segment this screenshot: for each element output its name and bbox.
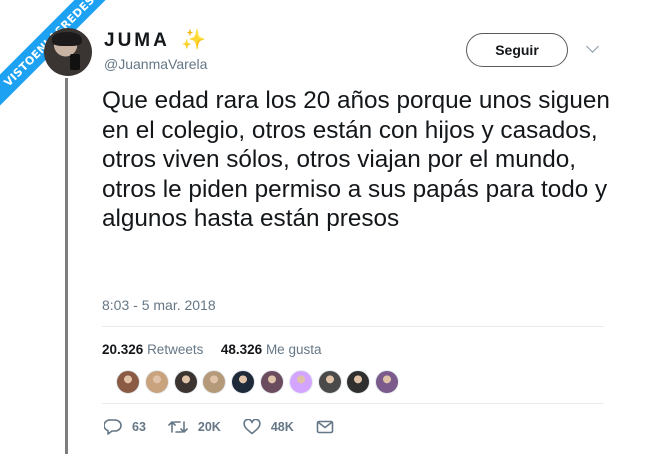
liker-avatar[interactable]: [231, 370, 256, 394]
envelope-icon: [316, 420, 334, 434]
reply-count: 63: [132, 420, 146, 434]
heart-icon: [243, 419, 261, 435]
liker-avatar[interactable]: [317, 370, 342, 394]
left-border-line: [65, 78, 68, 454]
divider: [102, 326, 604, 327]
retweets-label[interactable]: Retweets: [147, 342, 203, 357]
reply-icon: [104, 419, 122, 435]
avatar[interactable]: [44, 28, 92, 76]
user-display-name[interactable]: JUMA: [104, 30, 170, 52]
liker-avatar[interactable]: [116, 370, 140, 394]
liker-avatar[interactable]: [346, 370, 371, 394]
tweet-actions: 63 20K 48K: [104, 419, 366, 435]
retweet-count: 20K: [197, 420, 221, 434]
sparkles-icon: ✨: [181, 29, 206, 51]
retweets-count[interactable]: 20.326: [102, 342, 143, 357]
chevron-down-icon[interactable]: [586, 40, 599, 53]
like-action[interactable]: 48K: [243, 419, 294, 435]
likers-avatars: [116, 370, 404, 394]
liker-avatar[interactable]: [202, 370, 227, 394]
user-handle[interactable]: @JuanmaVarela: [104, 56, 207, 72]
tweet-stats: 20.326 Retweets 48.326 Me gusta: [102, 342, 321, 357]
liker-avatar[interactable]: [288, 370, 313, 394]
follow-button[interactable]: Seguir: [466, 33, 568, 67]
divider: [102, 403, 604, 404]
liker-avatar[interactable]: [375, 370, 400, 394]
liker-avatar[interactable]: [259, 370, 284, 394]
avatar-hair: [52, 32, 82, 46]
retweet-action[interactable]: 20K: [168, 419, 221, 435]
reply-action[interactable]: 63: [104, 419, 146, 435]
likes-count[interactable]: 48.326: [221, 342, 262, 357]
message-action[interactable]: [316, 420, 344, 434]
likes-label[interactable]: Me gusta: [266, 342, 322, 357]
like-count: 48K: [270, 420, 294, 434]
liker-avatar[interactable]: [173, 370, 198, 394]
avatar-phone: [70, 54, 80, 70]
tweet-timestamp[interactable]: 8:03 - 5 mar. 2018: [102, 297, 216, 313]
tweet-text: Que edad rara los 20 años porque unos si…: [102, 87, 610, 232]
liker-avatar[interactable]: [144, 370, 169, 394]
retweet-icon: [168, 421, 188, 433]
